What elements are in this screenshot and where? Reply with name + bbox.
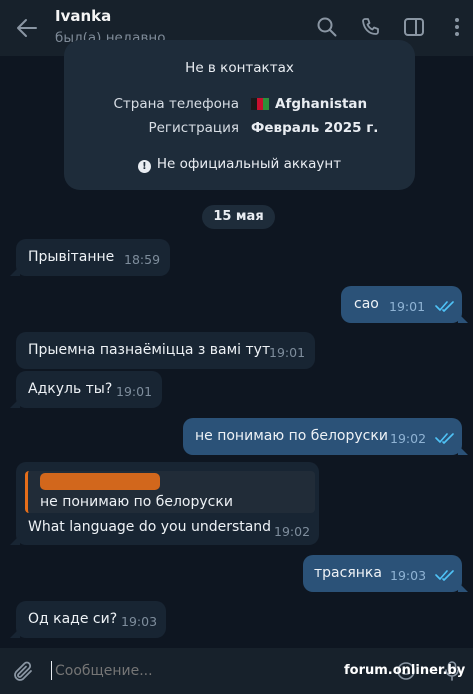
message-incoming[interactable]: Од каде си? 19:03	[10, 601, 166, 638]
date-separator: 15 мая	[202, 205, 275, 229]
double-check-icon	[435, 433, 454, 444]
bubble-tail	[10, 398, 20, 408]
paperclip-icon[interactable]	[11, 660, 35, 684]
message-text: What language do you understand	[28, 519, 272, 535]
text-caret	[51, 661, 52, 680]
official-notice-text: Не официальный аккаунт	[156, 156, 342, 172]
message-time: 19:02	[390, 431, 427, 446]
message-composer: forum.onliner.by	[0, 648, 473, 694]
more-vertical-icon[interactable]	[446, 16, 468, 38]
watermark-text: forum.onliner.by	[344, 663, 466, 678]
double-check-icon	[435, 570, 454, 581]
bubble-tail	[10, 535, 20, 545]
message-text: Прыемна пазнаёміцца з вамі тут	[28, 342, 271, 358]
message-input[interactable]	[55, 663, 335, 679]
message-text: сао	[354, 296, 379, 312]
message-time: 19:02	[274, 524, 311, 539]
message-text: Од каде си?	[28, 611, 118, 627]
arrow-left-icon[interactable]	[14, 16, 40, 40]
exclamation-icon: !	[137, 160, 151, 173]
redacted-author-name	[40, 473, 160, 490]
message-time: 19:03	[390, 568, 427, 583]
afghanistan-flag-icon	[251, 98, 269, 110]
message-time: 19:03	[121, 614, 158, 629]
message-outgoing[interactable]: не понимаю по белоруски 19:02	[183, 418, 468, 455]
bubble-tail	[458, 582, 468, 592]
contact-status: Не в контактах	[185, 60, 294, 76]
phone-icon[interactable]	[360, 16, 382, 38]
message-time: 19:01	[269, 345, 306, 360]
contact-info-card: Не в контактах Страна телефона Afghanist…	[64, 40, 415, 190]
bubble-tail	[10, 628, 20, 638]
reply-quote-text: не понимаю по белоруски	[40, 494, 233, 510]
message-time: 19:01	[389, 299, 426, 314]
bubble-tail	[458, 313, 468, 323]
phone-country-value: Afghanistan	[275, 96, 368, 112]
chat-title[interactable]: Ivanka	[55, 7, 111, 25]
message-time: 19:01	[116, 384, 153, 399]
message-time: 18:59	[124, 252, 161, 267]
registration-label: Регистрация	[148, 120, 239, 136]
sidebar-toggle-icon[interactable]	[403, 16, 425, 38]
message-text: Прывітанне	[28, 249, 115, 265]
bubble-tail	[458, 445, 468, 455]
message-text: трасянка	[314, 565, 382, 581]
message-text: не понимаю по белоруски	[195, 428, 388, 444]
message-incoming[interactable]: Прыемна пазнаёміцца з вамі тут 19:01	[16, 332, 315, 369]
double-check-icon	[435, 301, 454, 312]
message-incoming-reply[interactable]: не понимаю по белоруски What language do…	[10, 462, 319, 545]
message-outgoing[interactable]: сао 19:01	[341, 286, 468, 323]
message-outgoing[interactable]: трасянка 19:03	[303, 555, 468, 592]
message-incoming[interactable]: Адкуль ты? 19:01	[10, 371, 162, 408]
reply-quote[interactable]: не понимаю по белоруски	[25, 471, 315, 513]
official-notice: ! Не официальный аккаунт	[64, 156, 415, 173]
bubble-tail	[10, 266, 20, 276]
registration-value: Февраль 2025 г.	[251, 120, 379, 136]
search-icon[interactable]	[316, 16, 338, 38]
message-text: Адкуль ты?	[28, 381, 113, 397]
phone-country-value-wrap: Afghanistan	[251, 96, 367, 112]
phone-country-label: Страна телефона	[113, 96, 239, 112]
message-incoming[interactable]: Прывітанне 18:59	[10, 239, 170, 276]
